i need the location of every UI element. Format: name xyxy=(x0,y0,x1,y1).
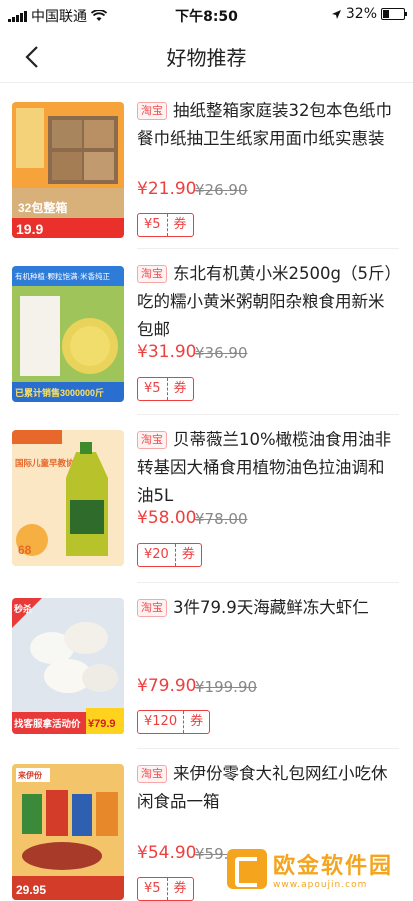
svg-text:秒杀: 秒杀 xyxy=(14,603,32,614)
svg-text:¥79.9: ¥79.9 xyxy=(88,718,116,730)
coupon-label: 券 xyxy=(173,881,187,896)
page-title: 好物推荐 xyxy=(166,46,247,70)
coupon-amount: ¥5 xyxy=(138,214,168,236)
product-title-text: 贝蒂薇兰10%橄榄油食用油非转基因大桶食用植物油色拉油调和油5L xyxy=(137,430,392,505)
taobao-tag: 淘宝 xyxy=(137,431,167,449)
svg-text:32包整箱: 32包整箱 xyxy=(18,200,67,215)
coupon-badge[interactable]: ¥20 券 xyxy=(137,543,202,567)
original-price: ¥78.00 xyxy=(195,510,248,528)
watermark-text-group: 欧金软件园 www.apoujin.com xyxy=(273,848,393,890)
svg-text:19.9: 19.9 xyxy=(16,221,43,237)
item-divider xyxy=(137,748,399,749)
product-thumbnail[interactable]: 来伊份 29.95 xyxy=(12,764,124,900)
svg-text:已累计销售3000000斤: 已累计销售3000000斤 xyxy=(15,387,104,398)
status-bar: 中国联通 下午8:50 32% xyxy=(0,0,413,30)
item-divider xyxy=(137,582,399,583)
coupon-label: 券 xyxy=(173,381,187,396)
product-price: ¥31.90 xyxy=(137,342,197,362)
product-title-text: 来伊份零食大礼包网红小吃休闲食品一箱 xyxy=(137,764,388,811)
product-title[interactable]: 淘宝 东北有机黄小米2500g（5斤）吃的糯小黄米粥朝阳杂粮食用新米包邮 xyxy=(137,260,399,344)
product-thumbnail[interactable]: 有机种植·颗粒饱满·米香纯正 已累计销售3000000斤 xyxy=(12,266,124,402)
navigation-bar: 好物推荐 xyxy=(0,30,413,83)
product-thumbnail[interactable]: 秒杀 找客服拿活动价 ¥79.9 xyxy=(12,598,124,734)
coupon-amount: ¥5 xyxy=(138,878,168,900)
original-price: ¥199.90 xyxy=(195,678,258,696)
watermark: 欧金软件园 www.apoujin.com xyxy=(227,846,409,892)
status-right: 32% xyxy=(331,6,407,22)
coupon-label: 券 xyxy=(173,217,187,232)
snack-pack-image: 来伊份 29.95 xyxy=(12,764,124,900)
coupon-label: 券 xyxy=(181,547,195,562)
battery-icon xyxy=(381,8,407,20)
product-title-text: 3件79.9天海藏鲜冻大虾仁 xyxy=(173,598,369,617)
product-title[interactable]: 淘宝 来伊份零食大礼包网红小吃休闲食品一箱 xyxy=(137,760,399,816)
taobao-tag: 淘宝 xyxy=(137,265,167,283)
product-title-text: 抽纸整箱家庭装32包本色纸巾餐巾纸抽卫生纸家用面巾纸实惠装 xyxy=(137,101,392,148)
product-price: ¥21.90 xyxy=(137,179,197,199)
coupon-amount: ¥20 xyxy=(138,544,176,566)
location-arrow-icon xyxy=(331,9,341,19)
taobao-tag: 淘宝 xyxy=(137,102,167,120)
shrimp-image: 秒杀 找客服拿活动价 ¥79.9 xyxy=(12,598,124,734)
svg-text:来伊份: 来伊份 xyxy=(17,770,43,780)
battery-level xyxy=(383,10,390,18)
watermark-title: 欧金软件园 xyxy=(273,854,394,879)
taobao-tag: 淘宝 xyxy=(137,599,167,617)
svg-text:找客服拿活动价: 找客服拿活动价 xyxy=(14,718,81,730)
coupon-label: 券 xyxy=(190,714,204,729)
svg-text:有机种植·颗粒饱满·米香纯正: 有机种植·颗粒饱满·米香纯正 xyxy=(15,271,110,281)
original-price: ¥36.90 xyxy=(195,344,248,362)
coupon-badge[interactable]: ¥5 券 xyxy=(137,377,194,401)
product-title[interactable]: 淘宝 抽纸整箱家庭装32包本色纸巾餐巾纸抽卫生纸家用面巾纸实惠装 xyxy=(137,97,399,153)
olive-oil-image: 国际儿童早教协会 68 xyxy=(12,430,124,566)
product-price: ¥54.90 xyxy=(137,843,197,863)
watermark-url: www.apoujin.com xyxy=(273,880,368,890)
svg-text:68: 68 xyxy=(18,543,32,557)
coupon-badge[interactable]: ¥120 券 xyxy=(137,710,211,734)
product-title[interactable]: 淘宝 贝蒂薇兰10%橄榄油食用油非转基因大桶食用植物油色拉油调和油5L xyxy=(137,426,399,510)
coupon-badge[interactable]: ¥5 券 xyxy=(137,877,194,901)
product-price: ¥58.00 xyxy=(137,508,197,528)
product-title-text: 东北有机黄小米2500g（5斤）吃的糯小黄米粥朝阳杂粮食用新米包邮 xyxy=(137,264,393,339)
watermark-logo xyxy=(227,849,267,889)
tissue-box-image: 32包整箱 19.9 xyxy=(12,102,124,238)
coupon-badge[interactable]: ¥5 券 xyxy=(137,213,194,237)
taobao-tag: 淘宝 xyxy=(137,765,167,783)
coupon-amount: ¥5 xyxy=(138,378,168,400)
product-title[interactable]: 淘宝 3件79.9天海藏鲜冻大虾仁 xyxy=(137,594,399,622)
product-thumbnail[interactable]: 32包整箱 19.9 xyxy=(12,102,124,238)
original-price: ¥26.90 xyxy=(195,181,248,199)
product-price: ¥79.90 xyxy=(137,676,197,696)
millet-bag-image: 有机种植·颗粒饱满·米香纯正 已累计销售3000000斤 xyxy=(12,266,124,402)
item-divider xyxy=(137,248,399,249)
product-thumbnail[interactable]: 国际儿童早教协会 68 xyxy=(12,430,124,566)
coupon-amount: ¥120 xyxy=(138,711,185,733)
item-divider xyxy=(137,414,399,415)
battery-percent: 32% xyxy=(345,6,377,22)
